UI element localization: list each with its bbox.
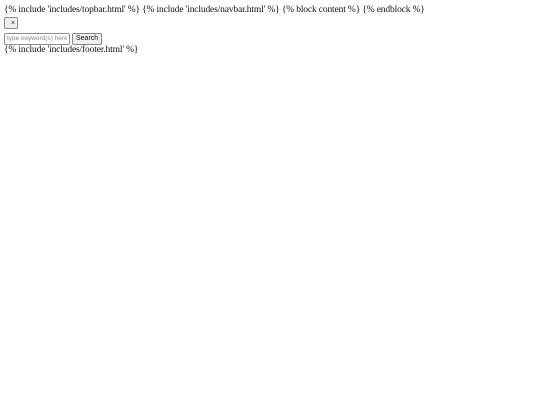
search-input[interactable]	[4, 32, 70, 45]
search-button[interactable]: Search	[72, 32, 103, 45]
page-root: {% include 'includes/topbar.html' %} {% …	[4, 5, 536, 56]
footer-template-text: {% include 'includes/footer.html' %}	[4, 45, 139, 55]
header-template-text: {% include 'includes/topbar.html' %} {% …	[4, 5, 425, 15]
close-row: ×	[4, 17, 536, 29]
search-form: Search	[4, 32, 536, 45]
close-button[interactable]: ×	[4, 17, 18, 29]
